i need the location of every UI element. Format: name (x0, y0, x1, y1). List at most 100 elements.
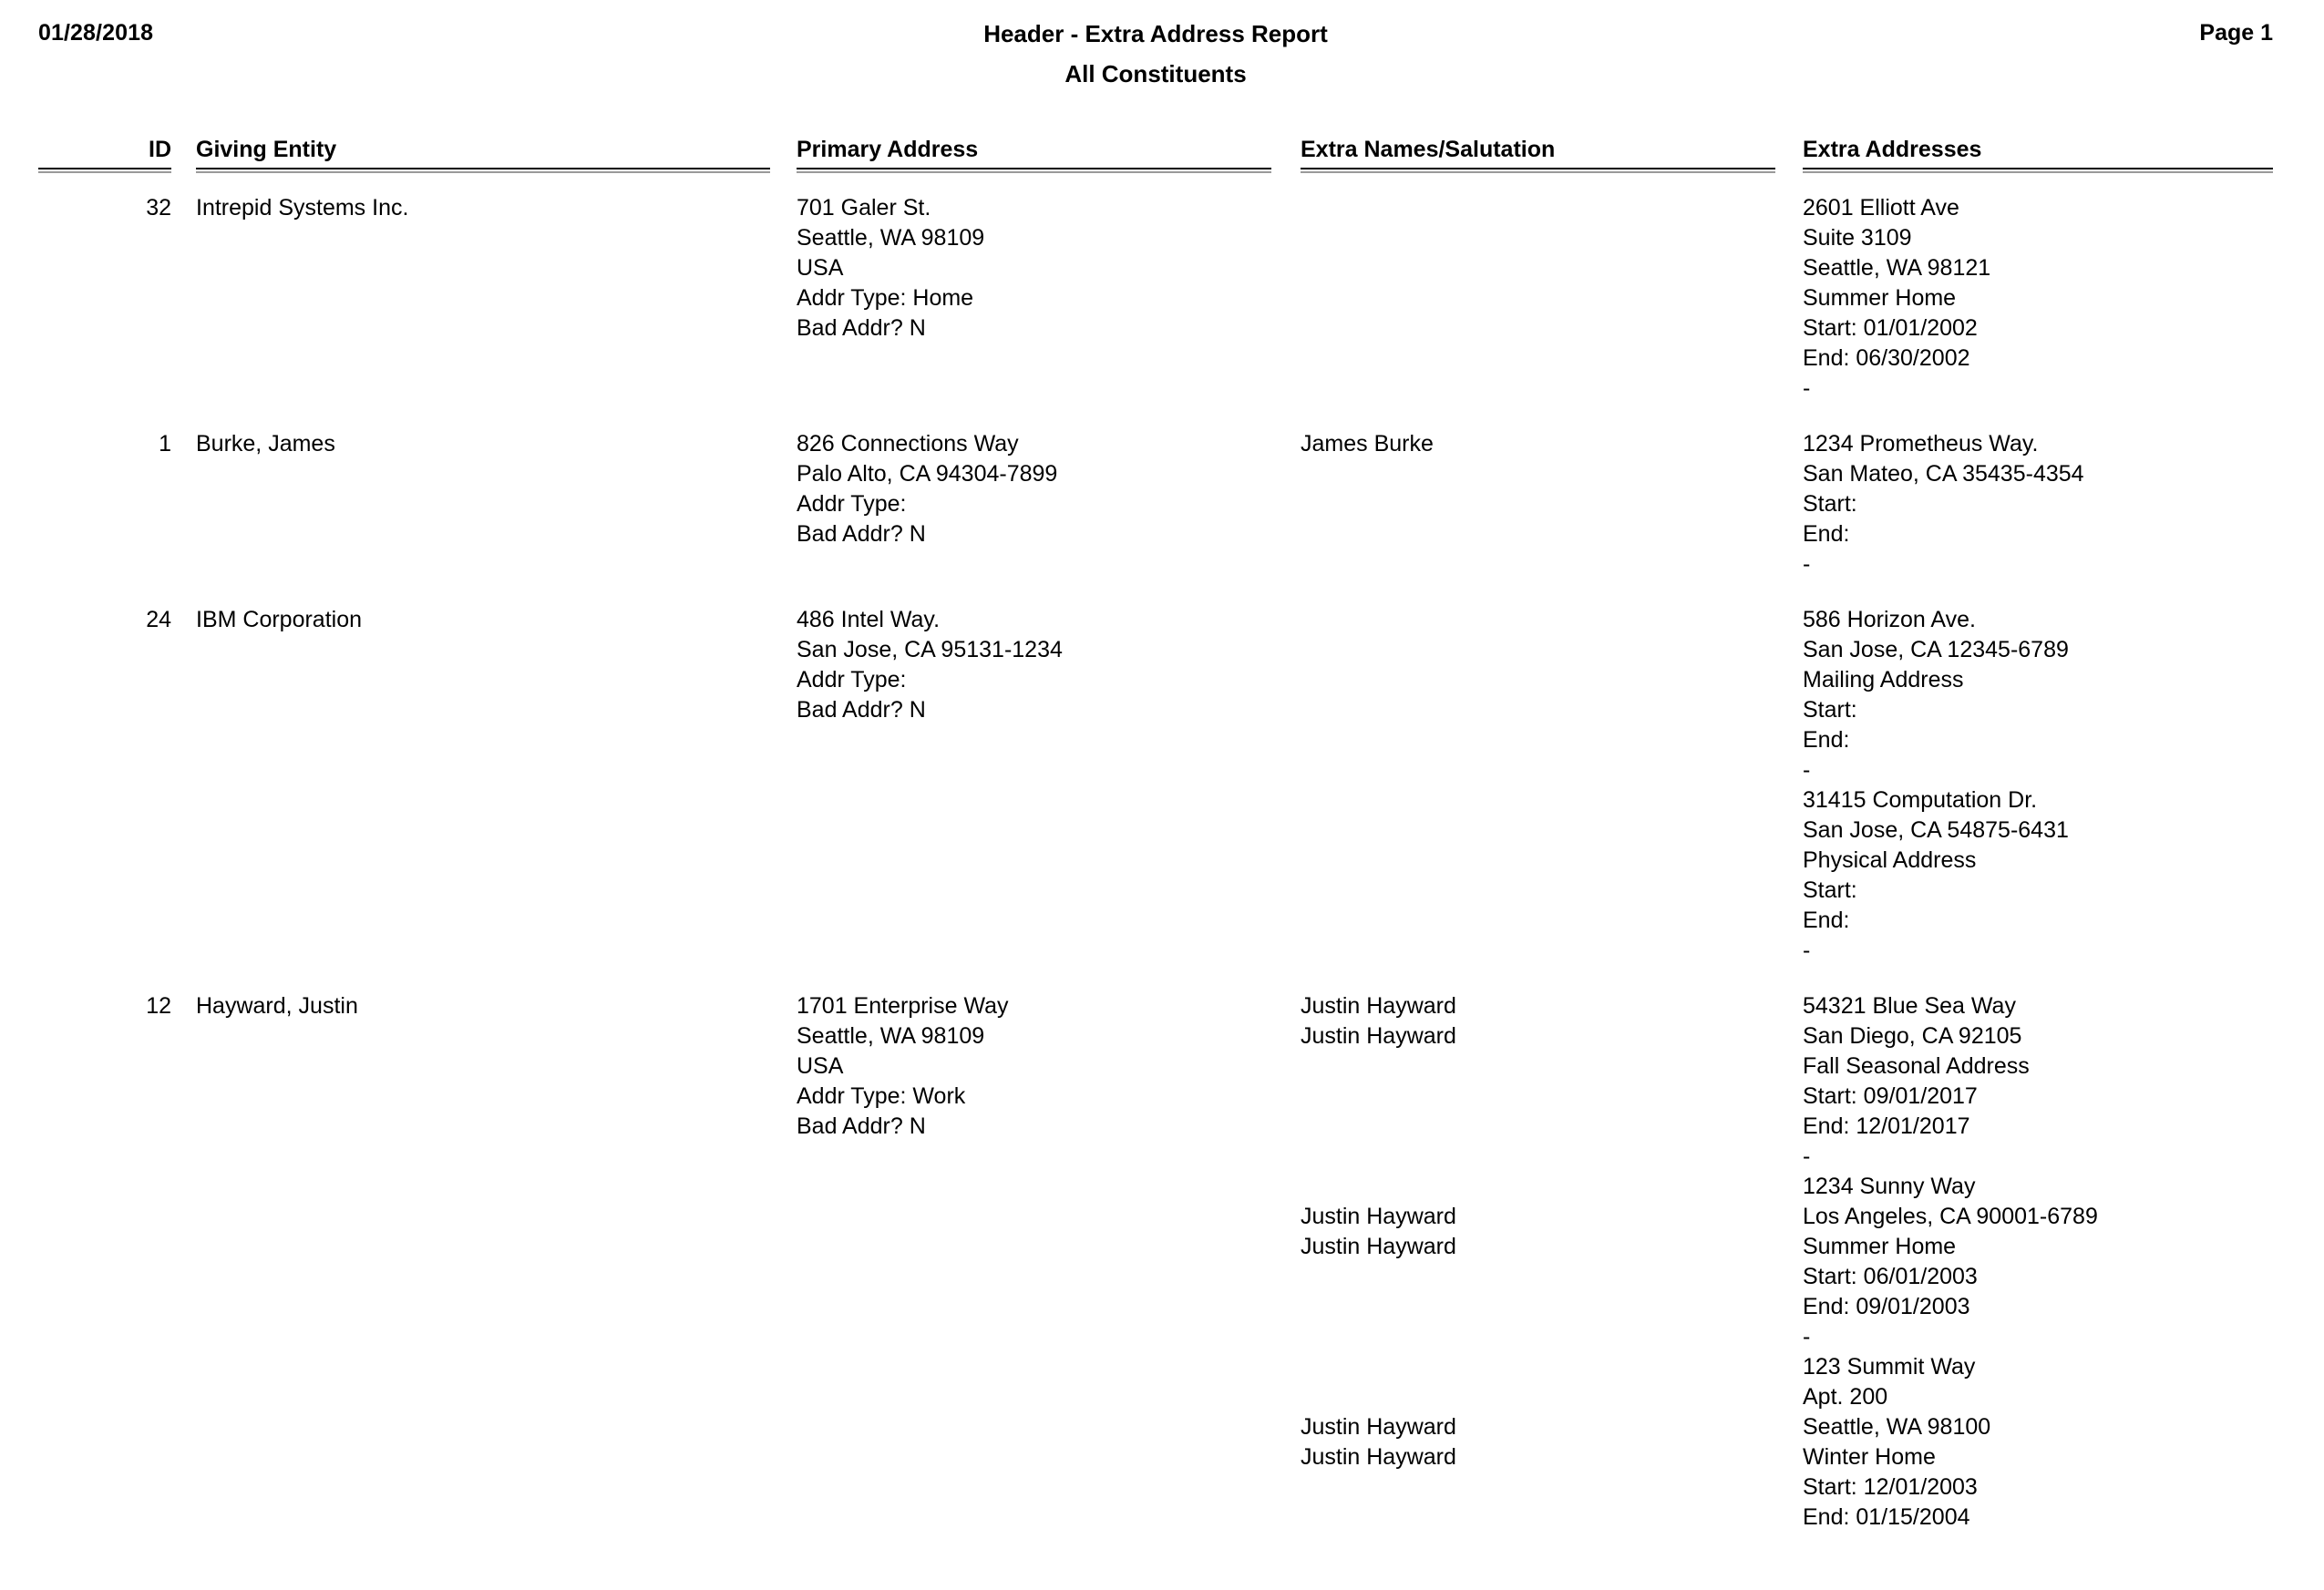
cell-primary-address-line: 826 Connections Way (797, 431, 1019, 456)
cell-extra-addresses-line: - (1803, 1324, 1811, 1349)
cell-extra-names-salutation-line (1301, 1142, 1775, 1172)
cell-extra-addresses-line: Summer Home (1803, 285, 1957, 311)
cell-primary-address: 1701 Enterprise Way Seattle, WA 98109 USA A… (797, 991, 1271, 1142)
cell-extra-names-salutation: Justin Hayward Justin Hayward Justin Hayw… (1301, 991, 1775, 1472)
cell-extra-addresses-line: Start: (1803, 491, 1857, 517)
cell-primary-address: 701 Galer St. Seattle, WA 98109 USA Addr Ty… (797, 193, 1271, 344)
cell-extra-addresses-line: Mailing Address (1803, 667, 1964, 692)
cell-extra-addresses-line: San Diego, CA 92105 (1803, 1023, 2022, 1049)
cell-extra-addresses: 54321 Blue Sea Way San Diego, CA 92105 Fal… (1803, 991, 2273, 1533)
column-rule-primary-address (797, 168, 1271, 173)
cell-extra-names-salutation-line (1301, 1352, 1775, 1382)
cell-extra-names-salutation: James Burke (1301, 429, 1775, 459)
column-rule-giving-entity (196, 168, 770, 173)
cell-giving-entity: IBM Corporation (196, 607, 363, 632)
column-header-extra-addresses: Extra Addresses (1803, 137, 1982, 162)
cell-extra-names-salutation-line (1301, 1322, 1775, 1352)
cell-primary-address-line: Seattle, WA 98109 (797, 225, 985, 251)
column-header-giving-entity: Giving Entity (196, 137, 337, 162)
cell-extra-addresses-line: - (1803, 375, 1811, 401)
cell-extra-addresses: 1234 Prometheus Way. San Mateo, CA 35435-… (1803, 429, 2273, 580)
report-table: ID Giving Entity Primary Address Extra N… (0, 137, 2324, 1558)
cell-primary-address-line: 1701 Enterprise Way (797, 993, 1009, 1019)
page-header-top-row: 01/28/2018 Header - Extra Address Report… (38, 20, 2273, 56)
cell-extra-addresses-line: Start: 01/01/2002 (1803, 315, 1978, 341)
cell-extra-addresses-line: 31415 Computation Dr. (1803, 787, 2038, 813)
cell-id: 24 (146, 607, 171, 632)
cell-extra-names-salutation-line: Justin Hayward (1301, 1023, 1456, 1049)
cell-extra-addresses: 586 Horizon Ave. San Jose, CA 12345-6789 M… (1803, 605, 2273, 966)
cell-giving-entity: Burke, James (196, 431, 335, 456)
cell-extra-addresses-line: 2601 Elliott Ave (1803, 195, 1959, 221)
cell-extra-addresses-line: Start: (1803, 697, 1857, 723)
cell-extra-addresses-line: Apt. 200 (1803, 1384, 1888, 1410)
cell-extra-names-salutation-line (1301, 1172, 1775, 1202)
cell-extra-names-salutation-line: Justin Hayward (1301, 1414, 1456, 1440)
cell-id: 1 (159, 431, 171, 456)
report-title: Header - Extra Address Report (983, 20, 1328, 47)
cell-extra-addresses-line: San Jose, CA 54875-6431 (1803, 817, 2069, 843)
cell-extra-addresses-line: End: 12/01/2017 (1803, 1113, 1970, 1139)
cell-extra-names-salutation-line (1301, 1082, 1775, 1112)
cell-primary-address: 486 Intel Way. San Jose, CA 95131-1234 Add… (797, 605, 1271, 725)
cell-extra-addresses-line: 123 Summit Way (1803, 1354, 1976, 1380)
cell-primary-address-line: Addr Type: (797, 667, 907, 692)
page-number: Page 1 (2199, 20, 2273, 46)
cell-extra-addresses-line: Start: (1803, 877, 1857, 903)
cell-extra-names-salutation-line (1301, 1112, 1775, 1142)
cell-extra-addresses-line: Summer Home (1803, 1234, 1957, 1259)
cell-extra-addresses-line: End: 01/15/2004 (1803, 1504, 1970, 1530)
cell-extra-names-salutation-line (1301, 1051, 1775, 1082)
cell-extra-addresses-line: San Mateo, CA 35435-4354 (1803, 461, 2084, 487)
column-rule-extra-names-salutation (1301, 168, 1775, 173)
table-body: 32 Intrepid Systems Inc. 701 Galer St. Seat… (0, 190, 2324, 1558)
cell-primary-address-line: Bad Addr? N (797, 521, 926, 547)
column-header-id-label: ID (149, 137, 171, 162)
cell-extra-addresses-line: - (1803, 938, 1811, 963)
cell-primary-address-line: Bad Addr? N (797, 1113, 926, 1139)
cell-extra-addresses-line: Start: 12/01/2003 (1803, 1474, 1978, 1500)
cell-extra-names-salutation-line: Justin Hayward (1301, 1444, 1456, 1470)
column-header-id: ID (38, 137, 171, 163)
report-subtitle: All Constituents (1064, 60, 1247, 87)
cell-primary-address-line: USA (797, 255, 844, 281)
cell-extra-addresses-line: Los Angeles, CA 90001-6789 (1803, 1204, 2098, 1229)
cell-primary-address-line: USA (797, 1053, 844, 1079)
cell-giving-entity: Intrepid Systems Inc. (196, 195, 409, 221)
cell-extra-names-salutation-line (1301, 1292, 1775, 1322)
cell-primary-address-line: 486 Intel Way. (797, 607, 941, 632)
cell-id: 32 (146, 195, 171, 221)
cell-extra-addresses-line: Seattle, WA 98100 (1803, 1414, 1991, 1440)
cell-extra-names-salutation-line: James Burke (1301, 431, 1434, 456)
cell-extra-names-salutation-line: Justin Hayward (1301, 993, 1456, 1019)
cell-primary-address-line: 701 Galer St. (797, 195, 931, 221)
cell-extra-addresses-line: 54321 Blue Sea Way (1803, 993, 2016, 1019)
cell-extra-addresses-line: 1234 Prometheus Way. (1803, 431, 2039, 456)
cell-extra-addresses-line: End: (1803, 908, 1850, 933)
cell-extra-addresses-line: 586 Horizon Ave. (1803, 607, 1976, 632)
cell-extra-addresses-line: - (1803, 551, 1811, 577)
cell-id: 12 (146, 993, 171, 1019)
cell-extra-addresses-line: Fall Seasonal Address (1803, 1053, 2030, 1079)
cell-extra-addresses-line: Physical Address (1803, 847, 1977, 873)
cell-primary-address: 826 Connections Way Palo Alto, CA 94304-7… (797, 429, 1271, 549)
column-rule-id (38, 168, 171, 173)
cell-extra-addresses-line: Start: 06/01/2003 (1803, 1264, 1978, 1289)
cell-primary-address-line: Palo Alto, CA 94304-7899 (797, 461, 1058, 487)
cell-primary-address-line: Bad Addr? N (797, 315, 926, 341)
cell-extra-addresses-line: End: 06/30/2002 (1803, 345, 1970, 371)
cell-extra-addresses-line: End: (1803, 521, 1850, 547)
cell-primary-address-line: Addr Type: (797, 491, 907, 517)
cell-giving-entity: Hayward, Justin (196, 993, 358, 1019)
page-header: 01/28/2018 Header - Extra Address Report… (38, 20, 2273, 102)
cell-primary-address-line: Addr Type: Home (797, 285, 974, 311)
cell-extra-names-salutation-line (1301, 1382, 1775, 1412)
cell-extra-addresses-line: - (1803, 757, 1811, 783)
cell-extra-addresses-line: Winter Home (1803, 1444, 1936, 1470)
column-rule-extra-addresses (1803, 168, 2273, 173)
cell-extra-addresses-line: Seattle, WA 98121 (1803, 255, 1991, 281)
table-column-headers: ID Giving Entity Primary Address Extra N… (0, 137, 2324, 188)
column-header-extra-names-salutation: Extra Names/Salutation (1301, 137, 1556, 162)
cell-extra-addresses: 2601 Elliott Ave Suite 3109 Seattle, WA 98… (1803, 193, 2273, 404)
cell-extra-addresses-line: End: 09/01/2003 (1803, 1294, 1970, 1319)
